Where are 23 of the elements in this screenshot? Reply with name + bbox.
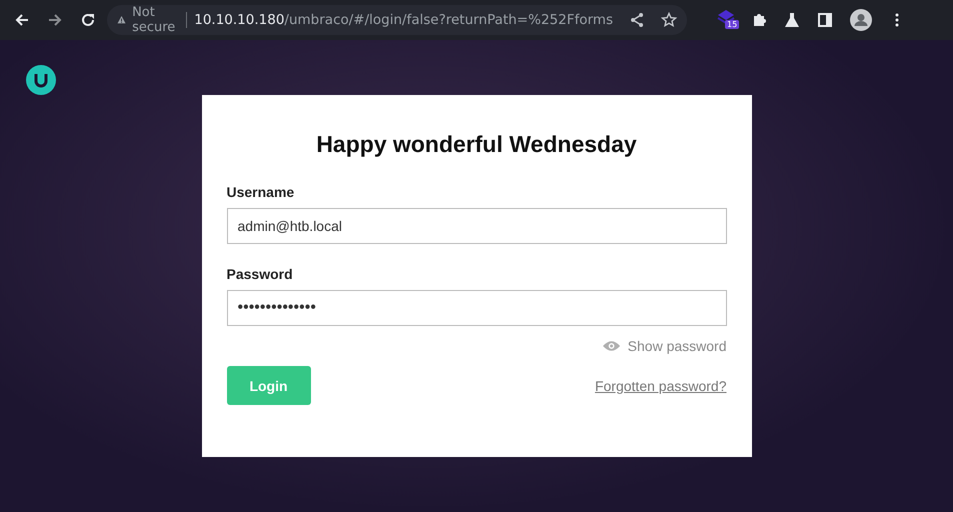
- extension-button[interactable]: 15: [717, 9, 737, 31]
- greeting-title: Happy wonderful Wednesday: [315, 131, 638, 158]
- puzzle-icon[interactable]: [751, 12, 767, 28]
- side-panel-icon[interactable]: [817, 12, 833, 28]
- field-label: Password: [226, 266, 294, 282]
- forgotten-password-link[interactable]: Forgotten password?: [594, 378, 726, 394]
- reload-icon[interactable]: [80, 12, 96, 28]
- eye-icon: [602, 340, 621, 352]
- flask-icon[interactable]: [784, 12, 800, 28]
- show-password-toggle[interactable]: Show password: [602, 338, 726, 354]
- url-text: 10.10.10.180/umbraco/#/login/false?returnPath=%252Fforms: [194, 12, 613, 28]
- input-field[interactable]: admin@htb.local: [226, 208, 726, 244]
- input-field[interactable]: ••••••••••••••: [226, 290, 726, 326]
- extension-badge: 15: [725, 20, 740, 29]
- address-bar[interactable]: Not secure 10.10.10.180/umbraco/#/login/false?returnPath=%252Fforms: [107, 5, 687, 35]
- profile-avatar-icon[interactable]: [850, 9, 872, 31]
- field-label: Username: [226, 184, 296, 200]
- forward-icon[interactable]: [47, 12, 63, 28]
- share-icon[interactable]: [629, 12, 645, 28]
- logo-icon: [26, 65, 56, 95]
- back-icon[interactable]: [14, 12, 30, 28]
- star-icon[interactable]: [661, 12, 677, 28]
- security-label: Not secure: [132, 5, 176, 35]
